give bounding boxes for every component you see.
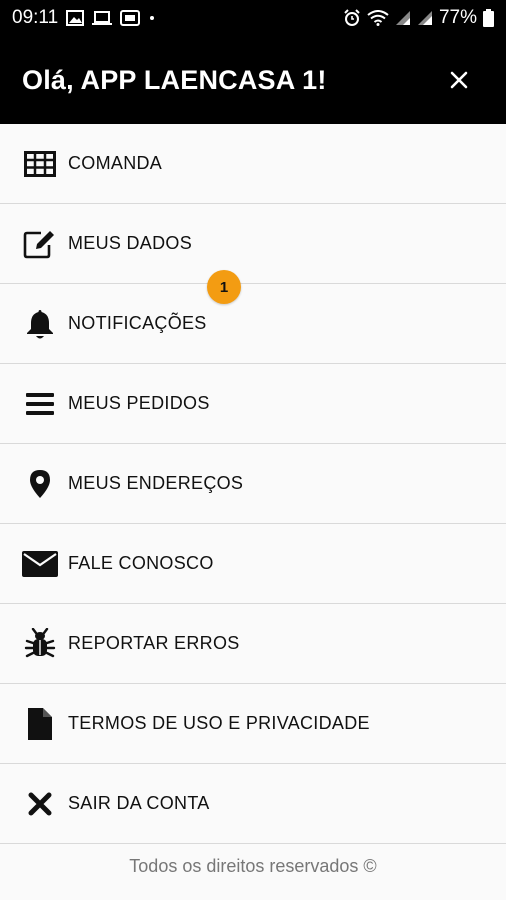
table-grid-icon xyxy=(22,146,58,182)
bell-icon xyxy=(22,306,58,342)
menu-item-label: TERMOS DE USO E PRIVACIDADE xyxy=(68,713,370,733)
signal-icon xyxy=(417,10,433,26)
footer-copyright: Todos os direitos reservados © xyxy=(129,855,377,876)
notification-badge[interactable]: 1 xyxy=(207,270,241,304)
drawer-menu: COMANDA MEUS DADOS NOTIFICAÇÕES MEUS PED… xyxy=(0,124,506,844)
menu-item-termos[interactable]: TERMOS DE USO E PRIVACIDADE xyxy=(0,684,506,764)
menu-item-sair[interactable]: SAIR DA CONTA xyxy=(0,764,506,844)
menu-item-meus-pedidos[interactable]: MEUS PEDIDOS xyxy=(0,364,506,444)
laptop-icon xyxy=(92,10,113,26)
menu-item-meus-dados[interactable]: MEUS DADOS xyxy=(0,204,506,284)
dot-icon xyxy=(148,14,156,22)
signal-icon xyxy=(395,10,411,26)
status-bar-left: 09:11 xyxy=(12,7,156,29)
menu-item-reportar-erros[interactable]: REPORTAR ERROS xyxy=(0,604,506,684)
battery-icon xyxy=(483,9,494,27)
menu-item-label: MEUS PEDIDOS xyxy=(68,393,210,413)
menu-item-comanda[interactable]: COMANDA xyxy=(0,124,506,204)
close-icon xyxy=(450,71,468,89)
menu-item-label: COMANDA xyxy=(68,153,163,173)
menu-item-meus-enderecos[interactable]: MEUS ENDEREÇOS xyxy=(0,444,506,524)
bug-icon xyxy=(22,626,58,662)
menu-item-notificacoes[interactable]: NOTIFICAÇÕES xyxy=(0,284,506,364)
status-time: 09:11 xyxy=(12,7,59,28)
menu-item-label: NOTIFICAÇÕES xyxy=(68,313,207,333)
menu-item-label: MEUS ENDEREÇOS xyxy=(68,473,244,493)
close-button[interactable] xyxy=(446,67,472,93)
edit-icon xyxy=(22,226,58,262)
alarm-icon xyxy=(343,9,361,27)
menu-item-label: SAIR DA CONTA xyxy=(68,793,210,813)
wifi-icon xyxy=(367,10,389,26)
menu-item-label: FALE CONOSCO xyxy=(68,553,214,573)
menu-item-fale-conosco[interactable]: FALE CONOSCO xyxy=(0,524,506,604)
battery-percent: 77% xyxy=(438,7,477,28)
envelope-icon xyxy=(22,546,58,582)
greeting-title: Olá, APP LAENCASA 1! xyxy=(22,64,327,95)
menu-item-label: MEUS DADOS xyxy=(68,233,193,253)
list-icon xyxy=(22,386,58,422)
document-icon xyxy=(22,706,58,742)
x-icon xyxy=(22,786,58,822)
drawer-header: Olá, APP LAENCASA 1! xyxy=(0,36,506,124)
status-bar-right: 77% xyxy=(343,7,494,29)
media-icon xyxy=(120,10,141,26)
image-icon xyxy=(66,10,85,26)
map-pin-icon xyxy=(22,466,58,502)
status-bar: 09:11 77% xyxy=(0,0,506,36)
menu-item-label: REPORTAR ERROS xyxy=(68,633,240,653)
